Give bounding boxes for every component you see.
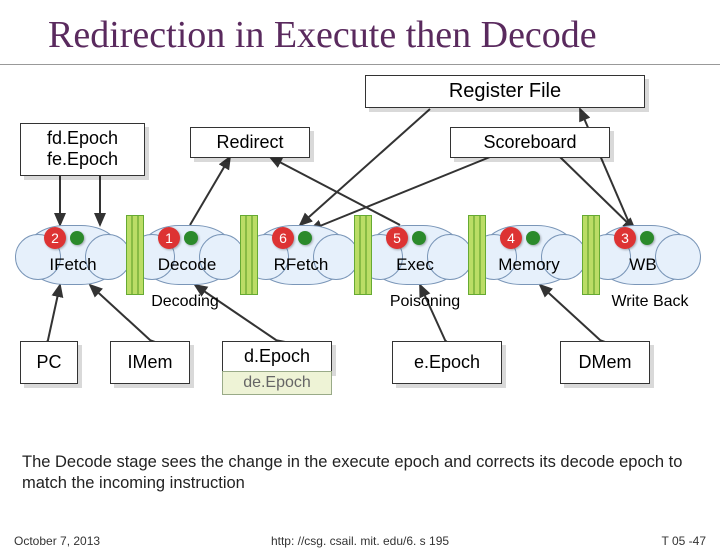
dmem-box: DMem xyxy=(560,341,650,384)
redirect-box: Redirect xyxy=(190,127,310,158)
stage-memory: 4Memory xyxy=(480,225,578,285)
epoch-box: fd.Epoch fe.Epoch xyxy=(20,123,145,176)
e-epoch-box: e.Epoch xyxy=(392,341,502,384)
stage-badge: 3 xyxy=(614,227,636,249)
stage-wb: 3WB xyxy=(594,225,692,285)
footer-url: http: //csg. csail. mit. edu/6. s 195 xyxy=(0,534,720,548)
pipeline-diagram: Register File fd.Epoch fe.Epoch Redirect… xyxy=(0,75,720,395)
register-file-box: Register File xyxy=(365,75,645,108)
stage-badge: 6 xyxy=(272,227,294,249)
sublabel: Poisoning xyxy=(360,293,490,311)
de-epoch-label: de.Epoch xyxy=(222,371,332,395)
stage-ifetch: 2IFetch xyxy=(24,225,122,285)
sublabel: Decoding xyxy=(120,293,250,311)
stage-badge: 5 xyxy=(386,227,408,249)
footer-slide: T 05 -47 xyxy=(662,534,706,548)
imem-box: IMem xyxy=(110,341,190,384)
stage-badge: 2 xyxy=(44,227,66,249)
stage-exec: 5Exec xyxy=(366,225,464,285)
stage-badge: 1 xyxy=(158,227,180,249)
stage-badge: 4 xyxy=(500,227,522,249)
pc-box: PC xyxy=(20,341,78,384)
status-dot-icon xyxy=(526,231,540,245)
caption-text: The Decode stage sees the change in the … xyxy=(22,452,698,493)
stage-rfetch: 6RFetch xyxy=(252,225,350,285)
status-dot-icon xyxy=(640,231,654,245)
sublabel: Write Back xyxy=(580,293,720,311)
status-dot-icon xyxy=(298,231,312,245)
status-dot-icon xyxy=(70,231,84,245)
scoreboard-box: Scoreboard xyxy=(450,127,610,158)
status-dot-icon xyxy=(184,231,198,245)
stage-decode: 1Decode xyxy=(138,225,236,285)
slide-title: Redirection in Execute then Decode xyxy=(0,0,720,65)
status-dot-icon xyxy=(412,231,426,245)
d-epoch-box: d.Epoch de.Epoch xyxy=(222,341,332,395)
d-epoch-label: d.Epoch xyxy=(222,341,332,372)
